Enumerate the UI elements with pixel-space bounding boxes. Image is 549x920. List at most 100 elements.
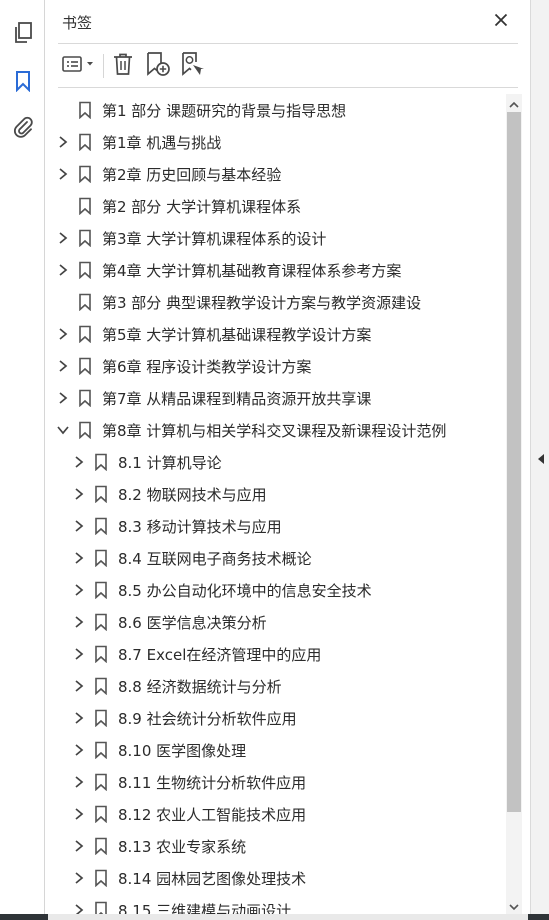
options-menu-button[interactable]	[58, 51, 98, 81]
bookmark-item[interactable]: 8.12 农业人工智能技术应用	[46, 798, 506, 830]
bookmark-icon	[94, 869, 108, 887]
chevron-right-icon[interactable]	[72, 839, 86, 853]
bookmark-item[interactable]: 第3章 大学计算机课程体系的设计	[46, 222, 506, 254]
bookmark-label: 8.7 Excel在经济管理中的应用	[118, 645, 322, 664]
bookmark-item[interactable]: 8.14 园林园艺图像处理技术	[46, 862, 506, 894]
close-icon	[494, 12, 508, 31]
toolbar-divider	[103, 54, 104, 78]
scroll-down-icon	[509, 896, 519, 915]
bookmark-item[interactable]: 8.3 移动计算技术与应用	[46, 510, 506, 542]
bookmark-item[interactable]: 第2章 历史回顾与基本经验	[46, 158, 506, 190]
bookmark-icon	[78, 197, 92, 215]
bookmark-icon	[94, 773, 108, 791]
chevron-right-icon[interactable]	[72, 871, 86, 885]
navigation-rail	[0, 0, 45, 914]
chevron-right-icon[interactable]	[56, 231, 70, 245]
bookmark-item[interactable]: 8.5 办公自动化环境中的信息安全技术	[46, 574, 506, 606]
bookmark-item[interactable]: 8.8 经济数据统计与分析	[46, 670, 506, 702]
bookmark-item[interactable]: 8.4 互联网电子商务技术概论	[46, 542, 506, 574]
bookmark-item[interactable]: 8.9 社会统计分析软件应用	[46, 702, 506, 734]
bookmark-item[interactable]: 8.6 医学信息决策分析	[46, 606, 506, 638]
bookmark-icon	[94, 485, 108, 503]
chevron-right-icon[interactable]	[72, 551, 86, 565]
scroll-up-icon	[509, 94, 519, 113]
chevron-right-icon[interactable]	[56, 167, 70, 181]
chevron-right-icon[interactable]	[72, 679, 86, 693]
scroll-down-button[interactable]	[506, 898, 522, 912]
collapse-panel-icon	[537, 450, 545, 469]
chevron-right-icon[interactable]	[72, 455, 86, 469]
bookmark-item[interactable]: 第6章 程序设计类教学设计方案	[46, 350, 506, 382]
panel-title: 书签	[62, 14, 93, 32]
bookmark-icon	[94, 581, 108, 599]
find-current-bookmark-button[interactable]	[178, 51, 206, 81]
bookmarks-panel-button[interactable]	[8, 68, 38, 98]
bookmark-label: 第6章 程序设计类教学设计方案	[102, 357, 312, 376]
bookmark-item[interactable]: 第7章 从精品课程到精品资源开放共享课	[46, 382, 506, 414]
bookmark-icon	[78, 261, 92, 279]
bookmark-label: 8.1 计算机导论	[118, 453, 222, 472]
bookmark-label: 8.5 办公自动化环境中的信息安全技术	[118, 581, 372, 600]
bookmark-icon	[78, 293, 92, 311]
panel-header: 书签	[46, 0, 530, 44]
bookmark-item[interactable]: 第8章 计算机与相关学科交叉课程及新课程设计范例	[46, 414, 506, 446]
bookmark-label: 8.2 物联网技术与应用	[118, 485, 267, 504]
bookmark-item[interactable]: 8.1 计算机导论	[46, 446, 506, 478]
bookmark-item[interactable]: 8.10 医学图像处理	[46, 734, 506, 766]
pages-panel-button[interactable]	[8, 20, 38, 50]
attachments-panel-button[interactable]	[8, 114, 38, 144]
bookmark-label: 第2章 历史回顾与基本经验	[102, 165, 282, 184]
chevron-right-icon[interactable]	[56, 359, 70, 373]
bookmark-label: 8.8 经济数据统计与分析	[118, 677, 282, 696]
chevron-right-icon[interactable]	[72, 519, 86, 533]
bookmark-item[interactable]: 第2 部分 大学计算机课程体系	[46, 190, 506, 222]
bookmark-item[interactable]: 8.7 Excel在经济管理中的应用	[46, 638, 506, 670]
options-menu-icon	[60, 54, 96, 78]
bookmark-icon	[94, 549, 108, 567]
bookmarks-panel: 书签 第1 部分 课题研究的背景与指导思想 第1章 机遇与挑战 第2章 历史回顾…	[46, 0, 530, 914]
chevron-right-icon[interactable]	[56, 327, 70, 341]
chevron-right-icon[interactable]	[72, 647, 86, 661]
chevron-right-icon[interactable]	[72, 807, 86, 821]
chevron-right-icon[interactable]	[72, 583, 86, 597]
scroll-up-button[interactable]	[506, 96, 522, 110]
bookmark-tree: 第1 部分 课题研究的背景与指导思想第1章 机遇与挑战第2章 历史回顾与基本经验…	[46, 94, 506, 914]
bookmark-item[interactable]: 第1章 机遇与挑战	[46, 126, 506, 158]
toolbar-divider-line	[58, 87, 518, 88]
chevron-down-icon[interactable]	[56, 423, 70, 437]
scroll-thumb[interactable]	[507, 112, 521, 812]
bookmark-item[interactable]: 第3 部分 典型课程教学设计方案与教学资源建设	[46, 286, 506, 318]
vertical-scrollbar[interactable]	[506, 94, 522, 914]
bookmark-label: 第1章 机遇与挑战	[102, 133, 222, 152]
chevron-right-icon[interactable]	[72, 903, 86, 914]
delete-bookmark-button[interactable]	[110, 51, 136, 81]
find-bookmark-icon	[179, 51, 205, 81]
bookmark-icon	[78, 101, 92, 119]
chevron-right-icon[interactable]	[72, 775, 86, 789]
close-panel-button[interactable]	[490, 10, 512, 32]
bookmark-icon	[94, 453, 108, 471]
bookmark-label: 第2 部分 大学计算机课程体系	[102, 197, 302, 216]
chevron-right-icon[interactable]	[72, 711, 86, 725]
bottom-edge-panel-segment	[48, 914, 528, 920]
bookmark-label: 8.14 园林园艺图像处理技术	[118, 869, 307, 888]
panel-collapse-strip	[530, 0, 549, 914]
chevron-right-icon[interactable]	[72, 615, 86, 629]
chevron-right-icon[interactable]	[56, 135, 70, 149]
chevron-right-icon[interactable]	[72, 743, 86, 757]
chevron-right-icon[interactable]	[56, 263, 70, 277]
bookmark-icon	[78, 325, 92, 343]
chevron-right-icon[interactable]	[72, 487, 86, 501]
bookmark-item[interactable]: 8.13 农业专家系统	[46, 830, 506, 862]
new-bookmark-button[interactable]	[144, 51, 172, 81]
bookmark-item[interactable]: 第1 部分 课题研究的背景与指导思想	[46, 94, 506, 126]
bookmark-item[interactable]: 第4章 大学计算机基础教育课程体系参考方案	[46, 254, 506, 286]
bookmark-item[interactable]: 8.15 三维建模与动画设计	[46, 894, 506, 914]
bookmark-item[interactable]: 第5章 大学计算机基础课程教学设计方案	[46, 318, 506, 350]
collapse-panel-button[interactable]	[534, 446, 547, 472]
bookmark-label: 8.13 农业专家系统	[118, 837, 247, 856]
bookmark-item[interactable]: 8.2 物联网技术与应用	[46, 478, 506, 510]
bookmark-item[interactable]: 8.11 生物统计分析软件应用	[46, 766, 506, 798]
bookmark-icon	[78, 229, 92, 247]
chevron-right-icon[interactable]	[56, 391, 70, 405]
